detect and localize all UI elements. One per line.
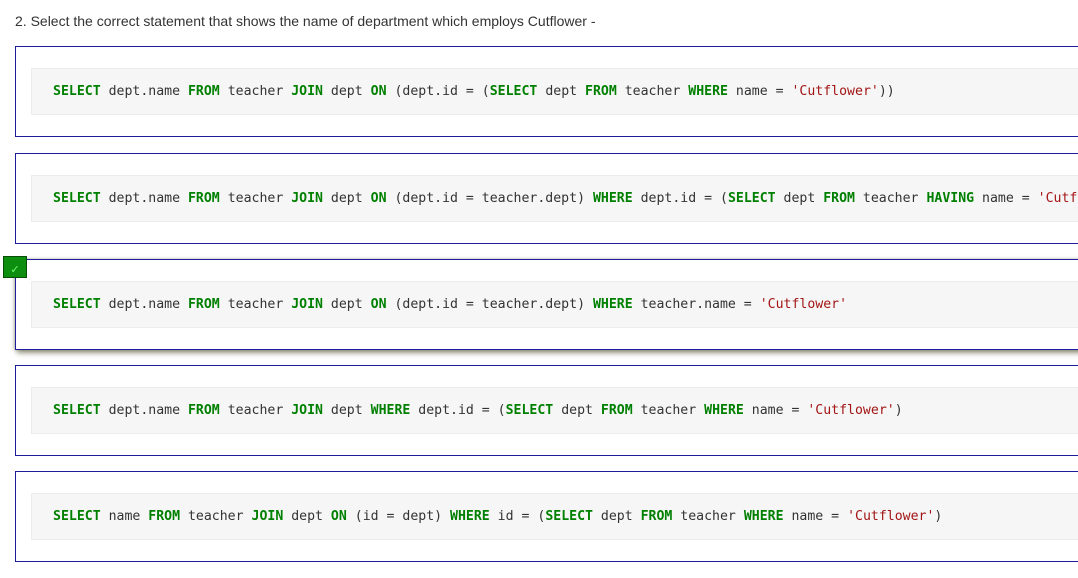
sql-text: dept bbox=[537, 84, 586, 99]
code-block: SELECT dept.name FROM teacher JOIN dept … bbox=[31, 281, 1078, 328]
sql-text: name = bbox=[727, 84, 792, 99]
sql-keyword: SELECT bbox=[53, 191, 101, 206]
answer-option-2[interactable]: SELECT dept.name FROM teacher JOIN dept … bbox=[15, 153, 1078, 244]
sql-keyword: JOIN bbox=[251, 509, 284, 524]
sql-text: teacher bbox=[219, 191, 292, 206]
sql-text: dept bbox=[553, 403, 601, 418]
sql-string: 'Cutflower' bbox=[1037, 191, 1078, 206]
sql-text: (dept.id = teacher.dept) bbox=[386, 297, 593, 312]
answer-option-3[interactable]: SELECT dept.name FROM teacher JOIN dept … bbox=[15, 259, 1078, 350]
sql-keyword: HAVING bbox=[926, 191, 975, 206]
sql-text: teacher bbox=[854, 191, 927, 206]
sql-keyword: FROM bbox=[187, 191, 220, 206]
sql-keyword: WHERE bbox=[370, 403, 411, 418]
sql-text: teacher bbox=[632, 403, 705, 418]
sql-keyword: SELECT bbox=[505, 403, 554, 418]
sql-text: (dept.id = ( bbox=[386, 84, 490, 99]
sql-text: ) bbox=[894, 403, 903, 418]
answer-option-4[interactable]: SELECT dept.name FROM teacher JOIN dept … bbox=[15, 365, 1078, 456]
sql-text: name = bbox=[974, 191, 1038, 206]
sql-keyword: SELECT bbox=[53, 509, 101, 524]
sql-keyword: ON bbox=[330, 509, 347, 524]
sql-text: dept bbox=[322, 297, 371, 312]
sql-keyword: SELECT bbox=[489, 84, 538, 99]
sql-keyword: FROM bbox=[187, 403, 220, 418]
sql-keyword: FROM bbox=[585, 84, 617, 99]
sql-text: (id = dept) bbox=[346, 509, 451, 524]
answer-option-1[interactable]: SELECT dept.name FROM teacher JOIN dept … bbox=[15, 46, 1078, 137]
code-block: SELECT dept.name FROM teacher JOIN dept … bbox=[31, 387, 1078, 434]
sql-text: dept bbox=[322, 403, 371, 418]
sql-keyword: FROM bbox=[187, 84, 220, 99]
sql-text: name = bbox=[783, 509, 848, 524]
sql-text: teacher bbox=[219, 297, 292, 312]
sql-text: )) bbox=[878, 84, 895, 99]
sql-keyword: ON bbox=[370, 191, 387, 206]
sql-text: name = bbox=[743, 403, 808, 418]
code-block: SELECT dept.name FROM teacher JOIN dept … bbox=[31, 175, 1078, 222]
sql-keyword: FROM bbox=[823, 191, 855, 206]
sql-text: teacher.name = bbox=[632, 297, 760, 312]
sql-text: name bbox=[100, 509, 149, 524]
sql-keyword: JOIN bbox=[291, 297, 323, 312]
sql-keyword: FROM bbox=[640, 509, 673, 524]
sql-keyword: WHERE bbox=[743, 509, 784, 524]
sql-keyword: FROM bbox=[187, 297, 220, 312]
sql-keyword: WHERE bbox=[704, 403, 744, 418]
sql-text: teacher bbox=[219, 403, 292, 418]
sql-string: 'Cutflower' bbox=[847, 509, 935, 524]
sql-text: dept.name bbox=[100, 297, 188, 312]
sql-keyword: WHERE bbox=[688, 84, 728, 99]
sql-text: teacher bbox=[672, 509, 744, 524]
code-block: SELECT name FROM teacher JOIN dept ON (i… bbox=[31, 493, 1078, 540]
sql-text: dept bbox=[775, 191, 824, 206]
sql-keyword: SELECT bbox=[727, 191, 776, 206]
sql-string: 'Cutflower' bbox=[759, 297, 848, 312]
sql-keyword: ON bbox=[370, 297, 387, 312]
sql-text: teacher bbox=[616, 84, 689, 99]
sql-text: dept bbox=[322, 191, 371, 206]
sql-text: dept.name bbox=[100, 84, 188, 99]
sql-keyword: JOIN bbox=[291, 191, 323, 206]
sql-text: dept.id = ( bbox=[410, 403, 506, 418]
sql-text: ) bbox=[934, 509, 943, 524]
sql-keyword: SELECT bbox=[53, 403, 101, 418]
sql-string: 'Cutflower' bbox=[791, 84, 879, 99]
sql-keyword: WHERE bbox=[450, 509, 490, 524]
sql-string: 'Cutflower' bbox=[807, 403, 895, 418]
sql-text: teacher bbox=[219, 84, 292, 99]
question-text: 2. Select the correct statement that sho… bbox=[15, 13, 596, 29]
sql-text: dept.name bbox=[100, 403, 188, 418]
sql-text: dept.id = ( bbox=[632, 191, 728, 206]
sql-text: dept bbox=[322, 84, 371, 99]
sql-keyword: FROM bbox=[600, 403, 633, 418]
sql-keyword: SELECT bbox=[53, 297, 101, 312]
sql-text: (dept.id = teacher.dept) bbox=[386, 191, 593, 206]
sql-keyword: SELECT bbox=[53, 84, 101, 99]
answer-option-5[interactable]: SELECT name FROM teacher JOIN dept ON (i… bbox=[15, 471, 1078, 562]
code-block: SELECT dept.name FROM teacher JOIN dept … bbox=[31, 68, 1078, 115]
sql-text: dept.name bbox=[100, 191, 188, 206]
sql-keyword: FROM bbox=[148, 509, 181, 524]
correct-check-icon: ✓ bbox=[3, 256, 27, 278]
sql-text: id = ( bbox=[489, 509, 546, 524]
sql-text: dept bbox=[592, 509, 641, 524]
sql-keyword: WHERE bbox=[592, 297, 633, 312]
sql-text: teacher bbox=[180, 509, 252, 524]
sql-keyword: SELECT bbox=[545, 509, 593, 524]
sql-keyword: ON bbox=[370, 84, 387, 99]
sql-keyword: WHERE bbox=[592, 191, 633, 206]
sql-text: dept bbox=[283, 509, 331, 524]
sql-keyword: JOIN bbox=[291, 84, 323, 99]
sql-keyword: JOIN bbox=[291, 403, 323, 418]
